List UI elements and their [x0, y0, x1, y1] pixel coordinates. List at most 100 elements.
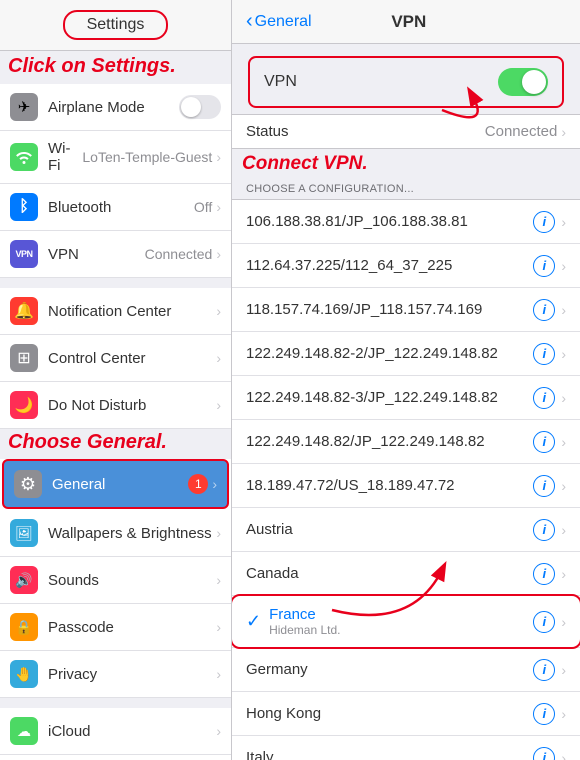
info-button[interactable]: i — [533, 475, 555, 497]
info-button[interactable]: i — [533, 211, 555, 233]
airplane-row[interactable]: ✈ Airplane Mode — [0, 84, 231, 131]
airplane-icon: ✈ — [10, 93, 38, 121]
settings-title[interactable]: Settings — [63, 10, 169, 40]
wifi-value: LoTen-Temple-Guest — [82, 149, 212, 165]
left-panel: Settings Click on Settings. ✈ Airplane M… — [0, 0, 232, 760]
vpn-item-name: 122.249.148.82-2/JP_122.249.148.82 — [246, 345, 533, 362]
vpn-toggle-row[interactable]: VPN — [248, 56, 564, 108]
wifi-icon — [10, 143, 38, 171]
info-button[interactable]: i — [533, 431, 555, 453]
info-button[interactable]: i — [533, 519, 555, 541]
wallpaper-label: Wallpapers & Brightness — [48, 525, 216, 542]
france-name: France — [269, 606, 533, 623]
vpn-item-hongkong[interactable]: Hong Kong i › — [232, 692, 580, 736]
wifi-row[interactable]: Wi-Fi LoTen-Temple-Guest › — [0, 131, 231, 184]
vpn-toggle-label: VPN — [264, 73, 498, 91]
vpn-nav-header: ‹ General VPN — [232, 0, 580, 44]
info-button[interactable]: i — [533, 611, 555, 633]
vpn-page-title: VPN — [312, 12, 506, 32]
notification-icon: 🔔 — [10, 297, 38, 325]
control-icon: ⊞ — [10, 344, 38, 372]
vpn-item-name: 18.189.47.72/US_18.189.47.72 — [246, 477, 533, 494]
selected-checkmark: ✓ — [246, 611, 261, 632]
item-chevron: › — [561, 662, 566, 678]
notification-chevron: › — [216, 303, 221, 319]
vpn-item-jp5[interactable]: 122.249.148.82-3/JP_122.249.148.82 i › — [232, 376, 580, 420]
status-chevron: › — [561, 124, 566, 140]
vpn-item-italy[interactable]: Italy i › — [232, 736, 580, 760]
vpn-item-germany[interactable]: Germany i › — [232, 648, 580, 692]
bluetooth-row[interactable]: ᛒ Bluetooth Off › — [0, 184, 231, 231]
control-label: Control Center — [48, 350, 216, 367]
vpn-item-name: Austria — [246, 521, 533, 538]
click-settings-annotation: Click on Settings. — [0, 51, 231, 84]
vpn-item-austria[interactable]: Austria i › — [232, 508, 580, 552]
bluetooth-label: Bluetooth — [48, 199, 194, 216]
disturb-row[interactable]: 🌙 Do Not Disturb › — [0, 382, 231, 429]
status-label: Status — [246, 123, 485, 140]
info-button[interactable]: i — [533, 703, 555, 725]
info-button[interactable]: i — [533, 255, 555, 277]
vpn-item-name: Italy — [246, 749, 533, 760]
config-section-header: CHOOSE A CONFIGURATION... — [232, 179, 580, 199]
control-row[interactable]: ⊞ Control Center › — [0, 335, 231, 382]
vpn-item-jp4[interactable]: 122.249.148.82-2/JP_122.249.148.82 i › — [232, 332, 580, 376]
sounds-icon: 🔊 — [10, 566, 38, 594]
bluetooth-value: Off — [194, 199, 212, 215]
passcode-row[interactable]: 🔒 Passcode › — [0, 604, 231, 651]
vpn-item-us[interactable]: 18.189.47.72/US_18.189.47.72 i › — [232, 464, 580, 508]
sounds-row[interactable]: 🔊 Sounds › — [0, 557, 231, 604]
bluetooth-icon: ᛒ — [10, 193, 38, 221]
notification-list: 🔔 Notification Center › ⊞ Control Center… — [0, 288, 231, 429]
vpn-item-name: 106.188.38.81/JP_106.188.38.81 — [246, 213, 533, 230]
general-row[interactable]: ⚙ General 1 › — [2, 459, 229, 509]
vpn-item-jp3[interactable]: 118.157.74.169/JP_118.157.74.169 i › — [232, 288, 580, 332]
vpn-item-jp2[interactable]: 112.64.37.225/112_64_37_225 i › — [232, 244, 580, 288]
wifi-label: Wi-Fi — [48, 140, 82, 174]
item-chevron: › — [561, 302, 566, 318]
settings-top-list: ✈ Airplane Mode Wi-Fi LoTen-Temple-Guest… — [0, 84, 231, 278]
france-sub: Hideman Ltd. — [269, 623, 533, 637]
item-chevron: › — [561, 390, 566, 406]
icloud-chevron: › — [216, 723, 221, 739]
info-button[interactable]: i — [533, 747, 555, 760]
vpn-item-name: 122.249.148.82-3/JP_122.249.148.82 — [246, 389, 533, 406]
info-button[interactable]: i — [533, 659, 555, 681]
icloud-icon: ☁ — [10, 717, 38, 745]
vpn-label: VPN — [48, 246, 145, 263]
sounds-label: Sounds — [48, 572, 216, 589]
item-chevron: › — [561, 478, 566, 494]
vpn-icon: VPN — [10, 240, 38, 268]
general-chevron: › — [212, 476, 217, 492]
vpn-item-canada[interactable]: Canada i › — [232, 552, 580, 596]
disturb-label: Do Not Disturb — [48, 397, 216, 414]
choose-general-annotation: Choose General. — [0, 429, 231, 458]
privacy-row[interactable]: 🤚 Privacy › — [0, 651, 231, 698]
connect-vpn-annotation: Connect VPN. — [232, 149, 580, 179]
disturb-icon: 🌙 — [10, 391, 38, 419]
vpn-item-jp1[interactable]: 106.188.38.81/JP_106.188.38.81 i › — [232, 200, 580, 244]
notification-row[interactable]: 🔔 Notification Center › — [0, 288, 231, 335]
info-button[interactable]: i — [533, 387, 555, 409]
passcode-chevron: › — [216, 619, 221, 635]
vpn-row[interactable]: VPN VPN Connected › — [0, 231, 231, 278]
vpn-item-france[interactable]: ✓ France Hideman Ltd. i › — [232, 596, 580, 648]
info-button[interactable]: i — [533, 563, 555, 585]
vpn-item-name: Germany — [246, 661, 533, 678]
item-chevron: › — [561, 214, 566, 230]
info-button[interactable]: i — [533, 299, 555, 321]
bluetooth-chevron: › — [216, 199, 221, 215]
back-button[interactable]: ‹ General — [246, 10, 312, 33]
privacy-label: Privacy — [48, 666, 216, 683]
sounds-chevron: › — [216, 572, 221, 588]
general-icon: ⚙ — [14, 470, 42, 498]
icloud-row[interactable]: ☁ iCloud › — [0, 708, 231, 755]
vpn-item-jp6[interactable]: 122.249.148.82/JP_122.249.148.82 i › — [232, 420, 580, 464]
vpn-value: Connected — [145, 246, 213, 262]
wallpaper-row[interactable]: 🖼 Wallpapers & Brightness › — [0, 510, 231, 557]
mail-row[interactable]: ✉ Mail, Contacts, Calendars › — [0, 755, 231, 760]
disturb-chevron: › — [216, 397, 221, 413]
vpn-toggle-switch[interactable] — [498, 68, 548, 96]
item-chevron: › — [561, 614, 566, 630]
info-button[interactable]: i — [533, 343, 555, 365]
